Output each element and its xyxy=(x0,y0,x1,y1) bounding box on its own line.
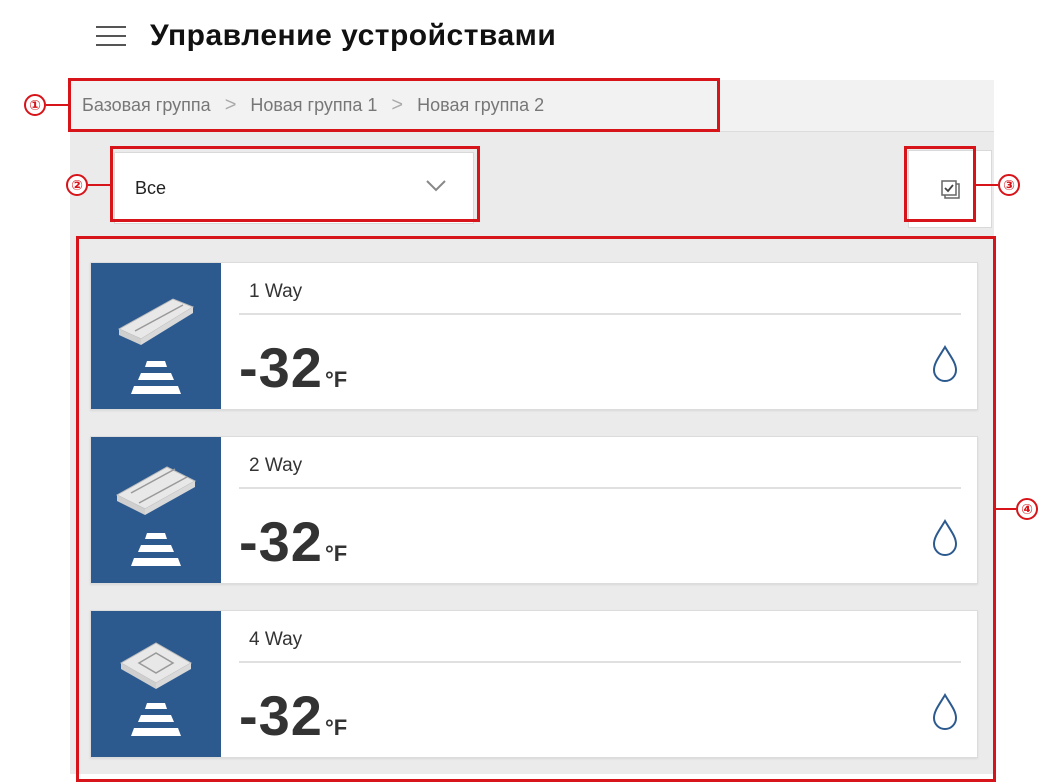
device-temperature: -32 °F xyxy=(239,509,347,574)
divider xyxy=(239,661,961,663)
1-way-cassette-icon xyxy=(117,298,195,394)
temperature-value: -32 xyxy=(239,336,323,399)
temperature-unit: °F xyxy=(324,541,348,566)
water-drop-icon xyxy=(932,345,958,382)
device-temperature: -32 °F xyxy=(239,683,347,748)
temperature-unit: °F xyxy=(324,715,348,740)
breadcrumb-item-new-group-2[interactable]: Новая группа 2 xyxy=(417,95,544,116)
device-name: 1 Way xyxy=(249,281,303,302)
device-panel: Базовая группа > Новая группа 1 > Новая … xyxy=(70,80,994,774)
temperature-value: -32 xyxy=(239,684,323,747)
breadcrumb-item-new-group-1[interactable]: Новая группа 1 xyxy=(250,95,377,116)
annotation-label-2: ② xyxy=(66,174,88,196)
filter-selected-value: Все xyxy=(135,177,167,198)
page-header: Управление устройствами xyxy=(96,14,556,58)
device-filter-select[interactable]: Все xyxy=(114,152,474,224)
device-name: 2 Way xyxy=(249,455,303,476)
device-image xyxy=(91,437,221,583)
breadcrumb: Базовая группа > Новая группа 1 > Новая … xyxy=(70,80,994,132)
annotation-label-1: ① xyxy=(24,94,46,116)
device-list: 1 Way -32 °F 2 Way -32 °F 4 Way -32 °F xyxy=(70,236,994,774)
annotation-label-4: ④ xyxy=(1016,498,1038,520)
device-name: 4 Way xyxy=(249,629,303,650)
breadcrumb-separator: > xyxy=(224,94,237,116)
annotation-label-3: ③ xyxy=(998,174,1020,196)
2-way-cassette-icon xyxy=(115,466,197,566)
device-temperature: -32 °F xyxy=(239,335,347,400)
breadcrumb-item-base-group[interactable]: Базовая группа xyxy=(82,95,211,116)
breadcrumb-separator: > xyxy=(391,94,404,116)
temperature-unit: °F xyxy=(324,367,348,392)
multi-select-button[interactable] xyxy=(908,150,992,228)
annotation-leader-1 xyxy=(46,104,68,106)
hamburger-icon[interactable] xyxy=(96,25,126,47)
divider xyxy=(239,313,961,315)
device-card-1-way[interactable]: 1 Way -32 °F xyxy=(90,262,978,410)
4-way-cassette-icon xyxy=(119,642,193,736)
page-title: Управление устройствами xyxy=(150,19,557,52)
device-image xyxy=(91,263,221,409)
device-card-4-way[interactable]: 4 Way -32 °F xyxy=(90,610,978,758)
divider xyxy=(239,487,961,489)
water-drop-icon xyxy=(932,693,958,730)
annotation-leader-3 xyxy=(976,184,998,186)
water-drop-icon xyxy=(932,519,958,556)
temperature-value: -32 xyxy=(239,510,323,573)
multi-select-icon xyxy=(941,180,960,199)
annotation-leader-4 xyxy=(996,508,1016,510)
device-card-2-way[interactable]: 2 Way -32 °F xyxy=(90,436,978,584)
annotation-leader-2 xyxy=(88,184,110,186)
chevron-down-icon xyxy=(426,180,446,192)
device-image xyxy=(91,611,221,757)
